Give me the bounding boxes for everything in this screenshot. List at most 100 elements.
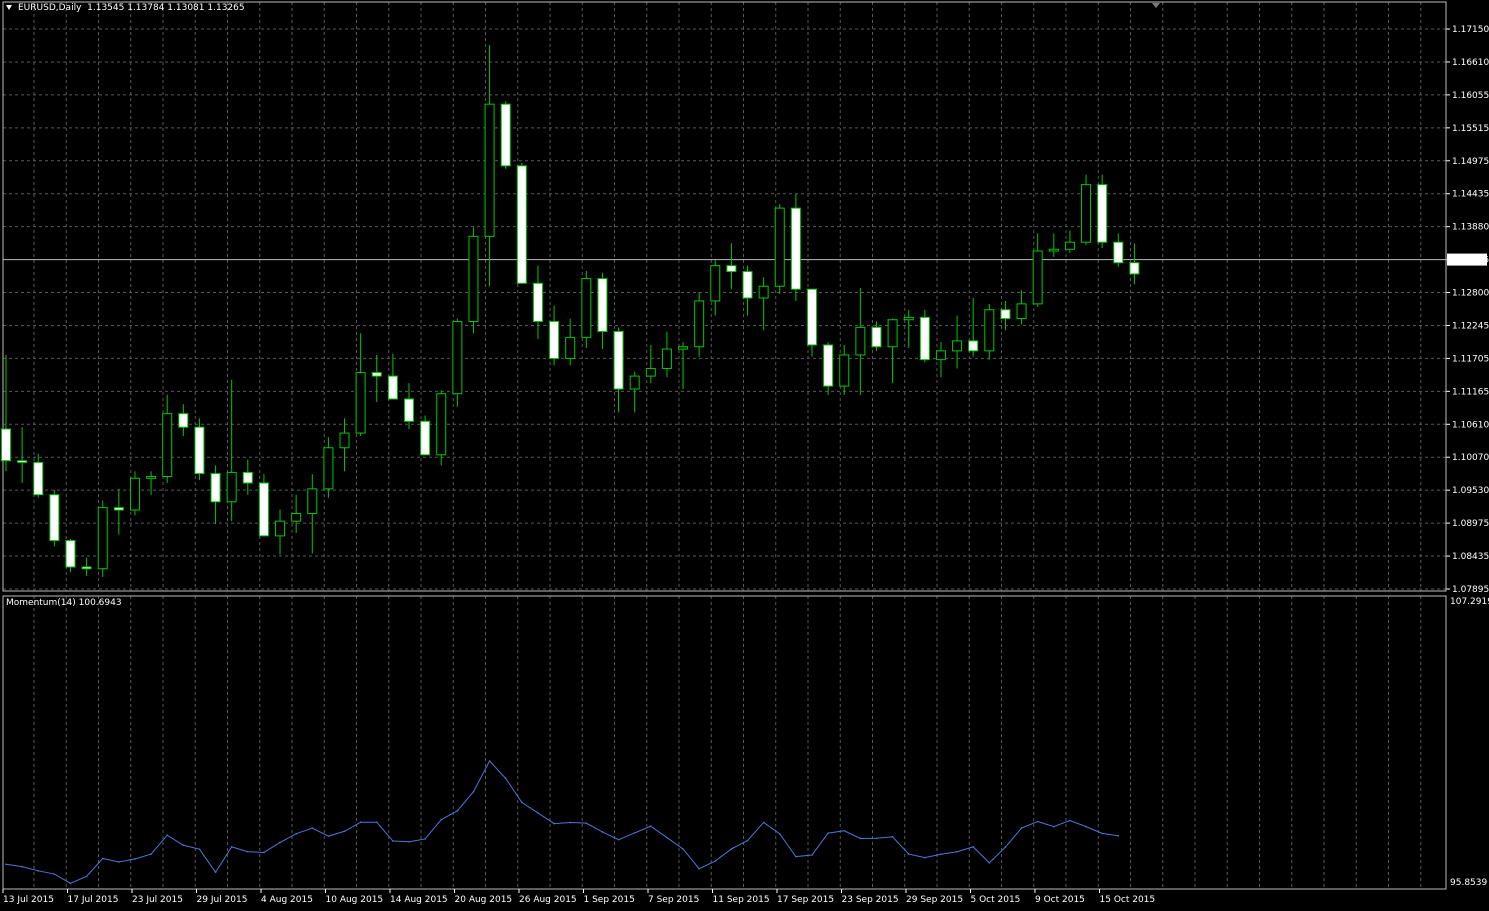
candle-bull xyxy=(694,300,705,348)
momentum-point xyxy=(907,853,910,855)
momentum-point xyxy=(601,831,604,833)
candle-bull xyxy=(339,432,350,449)
time-axis-label: 11 Sep 2015 xyxy=(713,895,770,905)
candle-bear xyxy=(968,340,979,352)
time-axis-label: 23 Sep 2015 xyxy=(842,895,899,905)
momentum-point xyxy=(537,812,539,814)
candle-bear xyxy=(258,482,269,537)
momentum-point xyxy=(69,882,72,885)
momentum-point xyxy=(762,821,765,824)
momentum-point xyxy=(698,867,700,870)
momentum-point xyxy=(1101,832,1103,835)
candle-bull xyxy=(758,285,769,299)
momentum-point xyxy=(521,801,523,804)
candle-bear xyxy=(613,330,624,390)
momentum-point xyxy=(101,857,104,860)
candle-bull xyxy=(855,326,866,356)
candle-bull xyxy=(97,507,108,570)
momentum-point xyxy=(504,777,507,780)
momentum-point xyxy=(134,858,136,860)
momentum-point xyxy=(359,821,362,824)
candle-bull xyxy=(484,103,495,237)
momentum-point xyxy=(795,855,797,858)
candle-bear xyxy=(194,426,205,475)
candle-bull xyxy=(1081,184,1092,243)
momentum-point xyxy=(617,838,620,841)
candle-bull xyxy=(565,336,576,359)
momentum-point xyxy=(891,836,894,838)
momentum-point xyxy=(859,837,862,840)
price-axis-label: 1.08435 xyxy=(1452,552,1489,562)
momentum-point xyxy=(956,850,958,853)
momentum-point xyxy=(182,844,185,847)
candle-bear xyxy=(871,326,882,348)
ohlc-values: 1.13545 1.13784 1.13081 1.13265 xyxy=(87,3,245,13)
candle-bear xyxy=(742,271,753,299)
candle-bear xyxy=(807,288,817,346)
momentum-point xyxy=(279,841,281,844)
momentum-point xyxy=(488,760,491,762)
price-axis-label: 1.08975 xyxy=(1452,519,1489,529)
momentum-point xyxy=(5,863,7,866)
candle-bull xyxy=(275,520,286,537)
momentum-point xyxy=(456,810,459,812)
momentum-point xyxy=(214,871,217,874)
candle-bull xyxy=(984,309,995,352)
momentum-point xyxy=(53,873,56,875)
momentum-point xyxy=(311,827,314,829)
momentum-point xyxy=(1069,819,1071,822)
candle-bull xyxy=(1064,241,1075,250)
momentum-point xyxy=(440,818,443,821)
time-axis-label: 9 Oct 2015 xyxy=(1035,895,1085,905)
momentum-point xyxy=(1036,820,1039,823)
candle-bear xyxy=(1113,241,1124,264)
price-axis-label: 1.14435 xyxy=(1452,190,1489,200)
price-axis-label: 1.07895 xyxy=(1452,585,1489,595)
candle-bull xyxy=(774,207,785,287)
momentum-point xyxy=(730,848,733,850)
chart-background xyxy=(0,0,1489,907)
symbol-name: EURUSD,Daily xyxy=(18,3,82,13)
candle-bear xyxy=(242,471,253,484)
candle-bear xyxy=(1097,184,1108,243)
time-axis-label: 26 Aug 2015 xyxy=(519,895,577,905)
time-axis-label: 17 Sep 2015 xyxy=(777,895,834,905)
momentum-point xyxy=(263,851,265,854)
chart-window[interactable]: 1.17150 1.16610 1.16055 1.15515 1.14975 1.144… xyxy=(0,0,1489,907)
chart-canvas[interactable]: 1.17150 1.16610 1.16055 1.15515 1.14975 1.144… xyxy=(0,0,1489,907)
candle-bull xyxy=(935,350,946,361)
candle-bull xyxy=(952,340,963,352)
momentum-point xyxy=(1085,825,1087,828)
price-axis-label: 1.13880 xyxy=(1452,223,1489,233)
momentum-point xyxy=(21,865,23,868)
price-axis-label: 1.10610 xyxy=(1452,420,1489,430)
candle-bull xyxy=(887,319,898,348)
candle-bull xyxy=(452,320,463,395)
candle-bear xyxy=(81,566,92,570)
candle-bull xyxy=(129,477,140,511)
momentum-point xyxy=(424,838,426,840)
candle-bear xyxy=(210,473,221,503)
candle-bull xyxy=(323,447,334,490)
candle-bear xyxy=(404,398,414,422)
candle-bear xyxy=(500,103,511,167)
momentum-point xyxy=(166,834,168,837)
price-axis-label: 1.10070 xyxy=(1452,453,1489,463)
momentum-point xyxy=(666,836,668,839)
candle-bear xyxy=(387,375,398,400)
momentum-point xyxy=(1020,827,1023,829)
candle-bear xyxy=(790,207,801,290)
candle-bear xyxy=(17,460,28,463)
candle-bull xyxy=(903,316,914,321)
candle-bear xyxy=(178,413,189,428)
candle-bull xyxy=(146,476,157,479)
candle-bull xyxy=(581,278,592,338)
chart-menu-icon[interactable] xyxy=(6,5,12,10)
momentum-point xyxy=(633,832,636,834)
symbol-header: EURUSD,Daily 1.13545 1.13784 1.13081 1.1… xyxy=(18,3,245,14)
candle-bear xyxy=(1129,262,1140,275)
momentum-point xyxy=(1117,834,1120,837)
candle-bear xyxy=(371,372,382,377)
time-axis-label: 4 Aug 2015 xyxy=(261,895,313,905)
momentum-point xyxy=(569,821,571,824)
